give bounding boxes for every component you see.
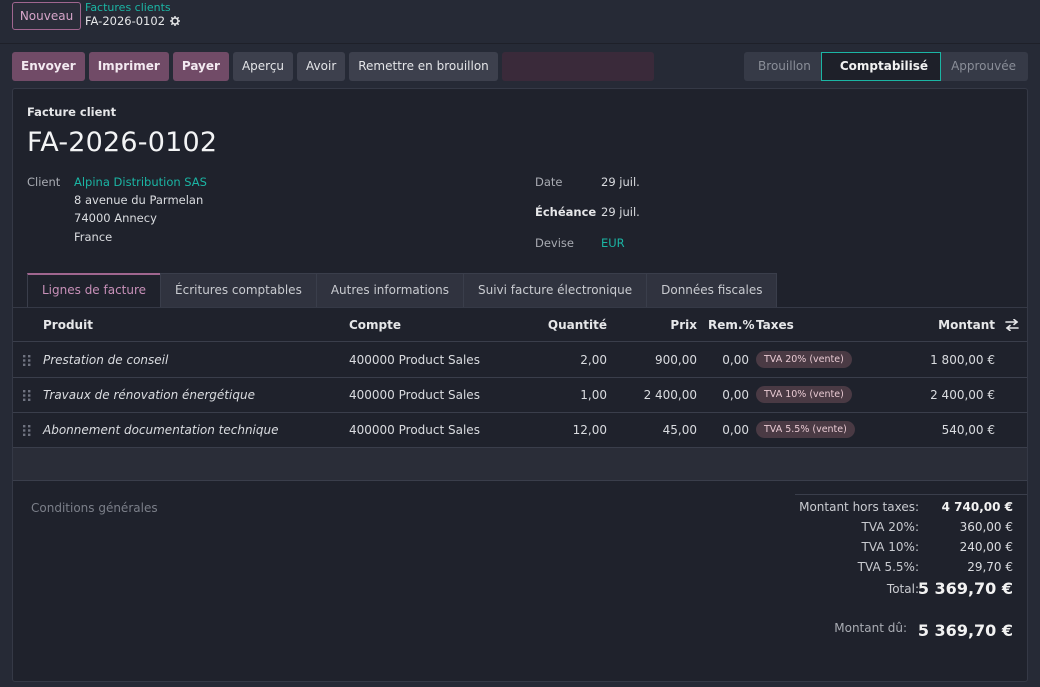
- line-product: Abonnement documentation technique: [43, 423, 279, 437]
- table-row[interactable]: Abonnement documentation technique 40000…: [13, 413, 1027, 448]
- new-button[interactable]: Nouveau: [12, 2, 81, 30]
- col-price[interactable]: Prix: [670, 318, 697, 332]
- terms-field[interactable]: Conditions générales: [31, 501, 158, 515]
- top-bar: Nouveau Factures clients FA-2026-0102: [0, 0, 1040, 44]
- lines-table-header: Produit Compte Quantité Prix Rem.% Taxes…: [13, 308, 1027, 342]
- status-pipeline: Brouillon Comptabilisé Approuvée: [744, 52, 1028, 81]
- line-price: 2 400,00: [643, 388, 697, 402]
- preview-button[interactable]: Aperçu: [232, 52, 294, 81]
- vat20-value: 360,00 €: [959, 520, 1013, 534]
- vat20-label: TVA 20%:: [861, 520, 919, 534]
- print-button[interactable]: Imprimer: [88, 52, 169, 81]
- line-quantity: 12,00: [572, 423, 607, 437]
- line-discount: 0,00: [722, 388, 749, 402]
- tab-fiscal-data[interactable]: Données fiscales: [646, 273, 778, 307]
- line-account: 400000 Product Sales: [349, 423, 480, 437]
- date-label: Date: [535, 175, 563, 189]
- line-account: 400000 Product Sales: [349, 388, 480, 402]
- tax-badge: TVA 5.5% (vente): [756, 421, 855, 438]
- address-line: 74000 Annecy: [74, 211, 157, 225]
- address-line: 8 avenue du Parmelan: [74, 193, 204, 207]
- tab-journal-items[interactable]: Écritures comptables: [160, 273, 317, 307]
- line-quantity: 2,00: [580, 353, 607, 367]
- client-link[interactable]: Alpina Distribution SAS: [74, 175, 207, 189]
- column-settings-icon[interactable]: [1005, 319, 1019, 331]
- untaxed-value: 4 740,00 €: [941, 500, 1013, 514]
- col-account[interactable]: Compte: [349, 318, 401, 332]
- line-amount: 2 400,00 €: [930, 388, 995, 402]
- date-field[interactable]: 29 juil.: [601, 175, 640, 189]
- untaxed-label: Montant hors taxes:: [799, 500, 919, 514]
- document-kind: Facture client: [27, 105, 117, 119]
- table-row[interactable]: Prestation de conseil 400000 Product Sal…: [13, 343, 1027, 378]
- stage-approved[interactable]: Approuvée: [941, 52, 1028, 81]
- totals-divider: [795, 494, 1027, 495]
- line-discount: 0,00: [722, 353, 749, 367]
- tab-invoice-lines[interactable]: Lignes de facture: [27, 273, 162, 307]
- currency-label: Devise: [535, 236, 574, 250]
- stage-posted[interactable]: Comptabilisé: [820, 52, 942, 81]
- col-taxes[interactable]: Taxes: [756, 318, 794, 332]
- breadcrumb-current-label: FA-2026-0102: [85, 14, 166, 28]
- total-value: 5 369,70 €: [917, 579, 1013, 598]
- col-quantity[interactable]: Quantité: [548, 318, 607, 332]
- stage-draft[interactable]: Brouillon: [744, 52, 821, 81]
- total-label: Total:: [886, 582, 919, 596]
- action-overflow-area: [501, 52, 654, 81]
- vat10-label: TVA 10%:: [861, 540, 919, 554]
- tax-badge: TVA 10% (vente): [756, 386, 852, 403]
- notebook-tabs: Lignes de facture Écritures comptables A…: [27, 273, 778, 307]
- gear-icon[interactable]: [170, 16, 181, 26]
- drag-handle-icon[interactable]: [23, 390, 31, 401]
- client-label: Client: [27, 175, 61, 189]
- line-account: 400000 Product Sales: [349, 353, 480, 367]
- line-amount: 540,00 €: [941, 423, 995, 437]
- action-bar: Envoyer Imprimer Payer Aperçu Avoir Reme…: [12, 52, 654, 81]
- send-button[interactable]: Envoyer: [12, 52, 85, 81]
- invoice-sheet: Facture client FA-2026-0102 Client Alpin…: [12, 88, 1028, 682]
- line-amount: 1 800,00 €: [930, 353, 995, 367]
- line-discount: 0,00: [722, 423, 749, 437]
- line-quantity: 1,00: [580, 388, 607, 402]
- currency-field[interactable]: EUR: [601, 236, 625, 250]
- line-price: 900,00: [655, 353, 697, 367]
- breadcrumb-current: FA-2026-0102: [85, 14, 181, 28]
- line-product: Travaux de rénovation énergétique: [43, 388, 255, 402]
- line-product: Prestation de conseil: [43, 353, 169, 367]
- tab-e-invoice[interactable]: Suivi facture électronique: [462, 273, 648, 307]
- tax-badge: TVA 20% (vente): [756, 351, 852, 368]
- col-amount[interactable]: Montant: [938, 318, 995, 332]
- col-product[interactable]: Produit: [43, 318, 93, 332]
- vat10-value: 240,00 €: [959, 540, 1013, 554]
- tab-other-info[interactable]: Autres informations: [315, 273, 464, 307]
- reset-draft-button[interactable]: Remettre en brouillon: [349, 52, 498, 81]
- pay-button[interactable]: Payer: [172, 52, 229, 81]
- breadcrumb-parent[interactable]: Factures clients: [85, 1, 171, 14]
- vat55-label: TVA 5.5%:: [857, 560, 919, 574]
- drag-handle-icon[interactable]: [23, 355, 31, 366]
- credit-note-button[interactable]: Avoir: [297, 52, 346, 81]
- vat55-value: 29,70 €: [967, 560, 1013, 574]
- amount-due-value: 5 369,70 €: [917, 621, 1013, 640]
- line-price: 45,00: [662, 423, 697, 437]
- address-line: France: [74, 230, 113, 244]
- table-row[interactable]: Travaux de rénovation énergétique 400000…: [13, 378, 1027, 413]
- drag-handle-icon[interactable]: [23, 425, 31, 436]
- amount-due-label: Montant dû:: [834, 621, 907, 635]
- due-date-field[interactable]: 29 juil.: [601, 205, 640, 219]
- invoice-number: FA-2026-0102: [27, 127, 218, 158]
- add-line-row[interactable]: [13, 448, 1027, 481]
- col-discount[interactable]: Rem.%: [708, 318, 754, 332]
- due-date-label: Échéance: [535, 205, 597, 219]
